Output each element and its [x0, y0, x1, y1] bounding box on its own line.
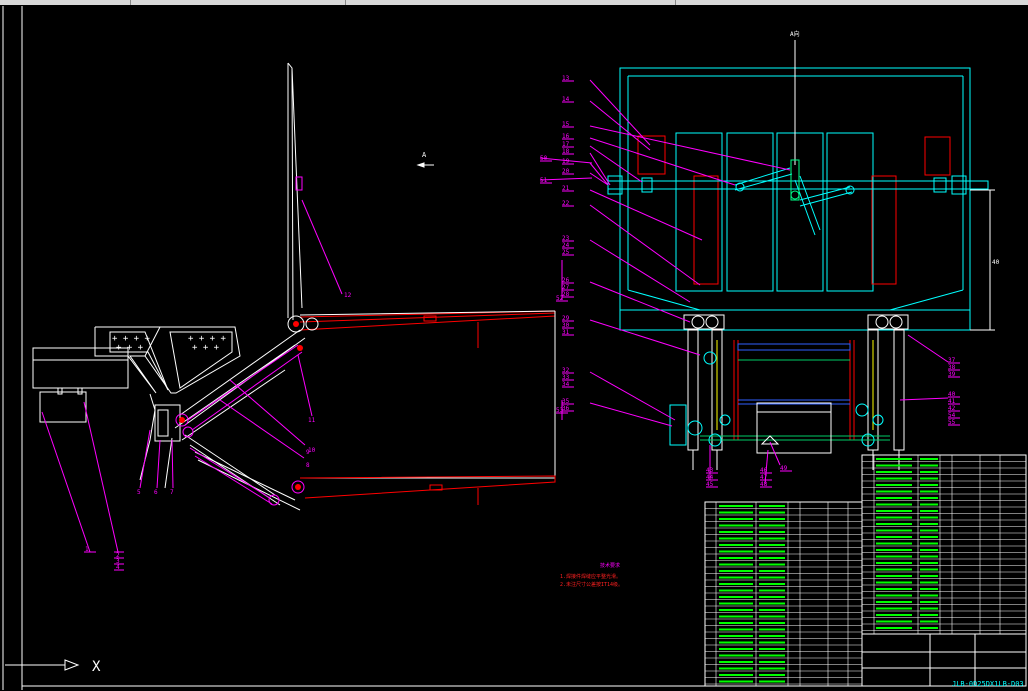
part-label: 11 [308, 417, 316, 424]
bom-table-left [704, 501, 863, 687]
hinge-sprockets [669, 351, 884, 447]
bottom-hinges [683, 314, 909, 330]
part-label: 8 [306, 462, 310, 469]
gear-pump-motor [756, 402, 832, 454]
lift-arm-linkage [174, 329, 306, 511]
bill-of-materials-table [704, 454, 1027, 687]
note-line: 2.未注尺寸公差按IT14级。 [560, 581, 623, 588]
rivet-pattern: + + + + + + + + + + + + + + [112, 334, 227, 353]
part-label: 12 [344, 292, 352, 299]
platform-frame [299, 310, 556, 479]
part-label: 5 [137, 489, 141, 496]
door-panels [637, 135, 951, 285]
left-side-view: + + + + + + + + + + + + + + A 1 2 3 4 5 … [32, 62, 556, 571]
platform-lower [299, 475, 556, 505]
notes-title: 技术要求 [600, 562, 620, 569]
chassis-beam [32, 347, 129, 423]
leader-lines-right [539, 79, 949, 485]
axis-x-label: X [92, 659, 101, 675]
view-marker-a-direction: A向 [790, 30, 800, 38]
raised-tail-board [287, 62, 303, 321]
svg-text:+ + +: + + + [192, 343, 220, 353]
height-dimension: 40 [970, 189, 1000, 331]
part-labels-right: 1314151617181920212223242526272829303132… [540, 75, 960, 488]
platform-upper [299, 310, 556, 348]
part-label: 10 [308, 447, 316, 454]
cross-beam [607, 167, 989, 236]
center-axis: A向 [790, 30, 800, 165]
technical-requirements: 技术要求 1.焊接件焊缝应平整光滑。 2.未注尺寸公差按IT14级。 [560, 562, 623, 588]
dimension-value: 40 [992, 259, 1000, 266]
red-frame [733, 340, 855, 440]
blue-cross-members [737, 343, 851, 405]
view-marker-a: A [422, 151, 427, 159]
part-label: 4 [116, 564, 120, 571]
drawing-number: JLB-0D25DX1LB-D03 [952, 680, 1024, 688]
cad-drawing-canvas[interactable]: X + + + + + + + + + + + + + + A 1 2 3 4 … [0, 5, 1028, 691]
part-label: 1 [85, 546, 89, 553]
part-label: 6 [154, 489, 158, 496]
svg-text:+ + +: + + + [116, 343, 144, 353]
view-arrow-a: A [416, 151, 434, 168]
ucs-axis-icon: X [5, 659, 101, 675]
title-block: JLB-0D25DX1LB-D03 [861, 633, 1027, 688]
note-line: 1.焊接件焊缝应平整光滑。 [560, 573, 621, 580]
part-label: 7 [170, 489, 174, 496]
rear-view-a: A向 40 1314151617181920212223242526272829… [539, 30, 1000, 488]
leader-lines-left [41, 199, 343, 571]
